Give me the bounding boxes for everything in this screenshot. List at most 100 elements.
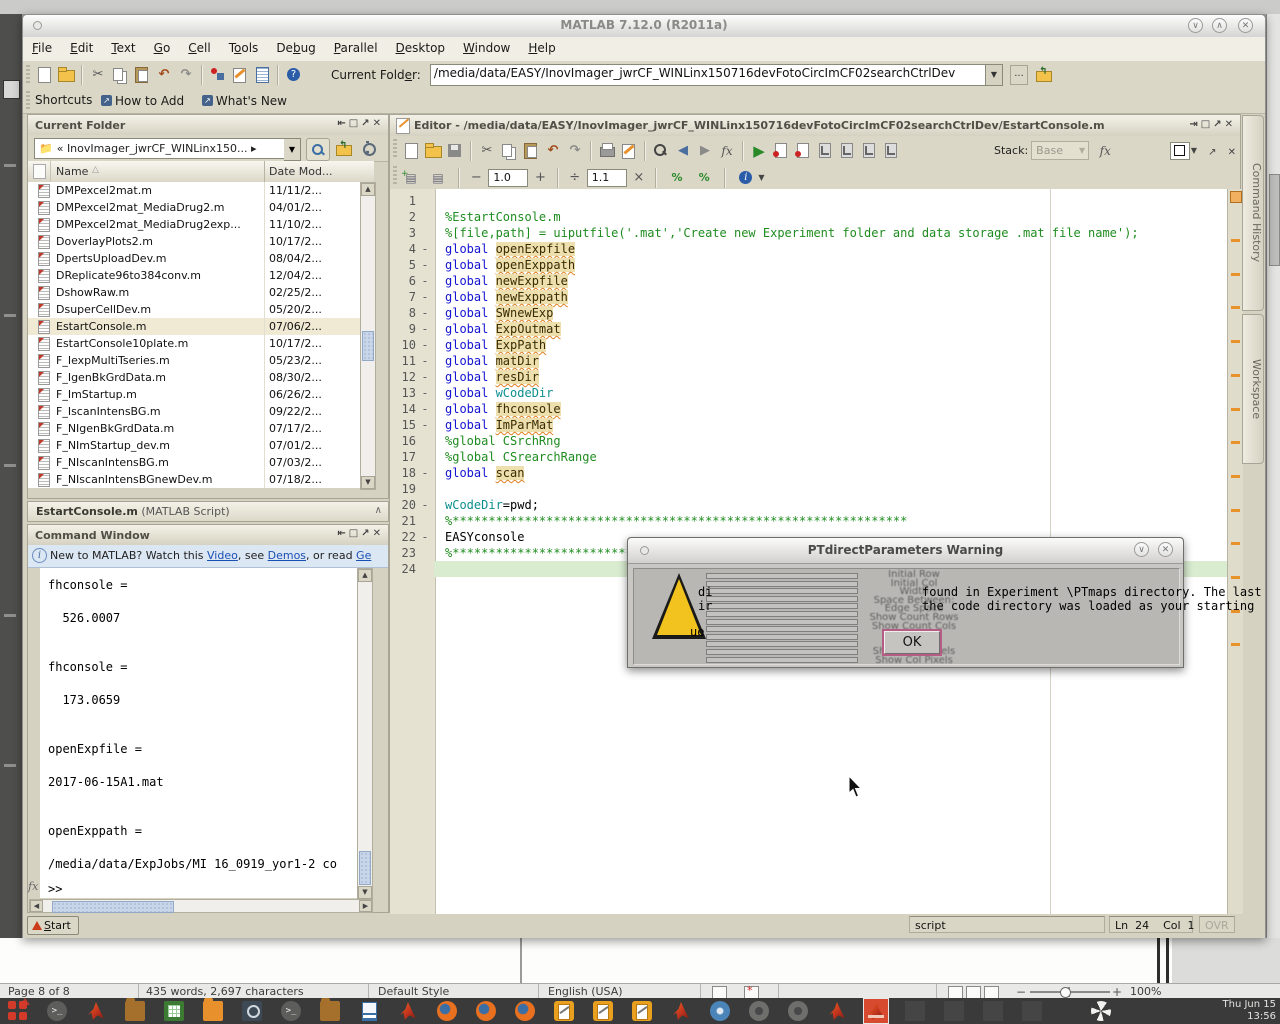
clear-breakpoints-icon[interactable] (794, 142, 812, 160)
code-warning-mark[interactable] (1231, 408, 1240, 411)
next-cell-icon[interactable] (429, 169, 447, 187)
cut-icon[interactable] (89, 66, 107, 84)
breadcrumb-path[interactable]: InovImager_jwrCF_WINLinx150... (67, 142, 248, 155)
open-file-icon[interactable] (424, 142, 442, 160)
file-row[interactable]: EstartConsole.m07/06/2... (28, 318, 360, 335)
undo-icon[interactable] (155, 66, 173, 84)
file-list-scrollbar[interactable]: ▲ ▼ (360, 182, 376, 490)
file-row[interactable]: F_IexpMultiTseries.m05/23/2... (28, 352, 360, 369)
taskbar-matlab-icon[interactable] (398, 1001, 418, 1021)
maximize-panel-icon[interactable]: □ (349, 528, 361, 539)
search-button[interactable] (306, 138, 330, 161)
scroll-down-icon[interactable]: ▼ (358, 886, 372, 899)
file-row[interactable]: F_NImStartup_dev.m07/01/2... (28, 437, 360, 454)
dialog-titlebar[interactable]: PTdirectParameters Warning ∨ ✕ (628, 538, 1183, 564)
save-icon[interactable] (446, 142, 464, 160)
file-row[interactable]: DoverlayPlots2.m10/17/2... (28, 233, 360, 250)
file-details-bar[interactable]: EstartConsole.m (MATLAB Script) ∧ (27, 501, 389, 522)
code-analyzer-indicator[interactable] (1230, 191, 1242, 203)
taskbar-folder-orange-icon[interactable] (203, 1001, 223, 1021)
copy-icon[interactable] (500, 142, 518, 160)
close-panel-icon[interactable]: ✕ (1225, 119, 1236, 130)
dock-icon[interactable]: ⇤ (337, 528, 348, 539)
code-warning-mark[interactable] (1231, 576, 1240, 579)
menu-cell[interactable]: Cell (179, 37, 219, 55)
code-line[interactable]: 4-global openExpfile (390, 241, 1227, 257)
exit-debug-icon[interactable] (882, 142, 900, 160)
code-line[interactable]: 17%global CSrearchRange (390, 449, 1227, 465)
undock-editor-icon[interactable]: ↗ (1208, 147, 1216, 158)
file-row[interactable]: DMPexcel2mat.m11/11/2... (28, 182, 360, 199)
taskbar-folder-icon[interactable] (320, 1001, 340, 1021)
command-output-area[interactable]: fhconsole = 526.0007fhconsole = 173.0659… (40, 568, 357, 898)
menu-help[interactable]: Help (519, 37, 564, 55)
taskbar-launcher-icon[interactable] (8, 1001, 28, 1021)
code-warning-mark[interactable] (1231, 441, 1240, 444)
step-out-icon[interactable] (860, 142, 878, 160)
maximize-icon[interactable]: ∧ (1212, 18, 1227, 33)
code-line[interactable]: 20-wCodeDir=pwd; (390, 497, 1227, 513)
code-line[interactable]: 14-global fhconsole (390, 401, 1227, 417)
current-folder-combobox[interactable]: /media/data/EASY/InovImager_jwrCF_WINLin… (430, 64, 986, 86)
code-line[interactable]: 2%EstartConsole.m (390, 209, 1227, 225)
taskbar-camera-icon[interactable] (788, 1001, 808, 1021)
find-icon[interactable] (652, 142, 670, 160)
code-warning-mark[interactable] (1231, 306, 1240, 309)
taskbar-libreoffice-icon[interactable] (554, 1001, 574, 1021)
lo-language[interactable]: English (USA) (548, 985, 623, 998)
current-folder-panel-header[interactable]: Current Folder ⇤□↗✕ (28, 115, 388, 136)
dock-icon[interactable]: ⇥ (1189, 119, 1200, 130)
code-line[interactable]: 3%[file,path] = uiputfile('.mat','Create… (390, 225, 1227, 241)
file-row[interactable]: F_NIgenBkGrdData.m07/17/2... (28, 420, 360, 437)
file-row[interactable]: EstartConsole10plate.m10/17/2... (28, 335, 360, 352)
scroll-left-icon[interactable]: ◀ (30, 900, 43, 912)
code-line[interactable]: 15-global ImParMat (390, 417, 1227, 433)
code-warning-mark[interactable] (1231, 509, 1240, 512)
lo-zoom-percent[interactable]: 100% (1130, 985, 1161, 998)
file-row[interactable]: DMPexcel2mat_MediaDrug2.m04/01/2... (28, 199, 360, 216)
menu-go[interactable]: Go (145, 37, 180, 55)
paste-icon[interactable] (522, 142, 540, 160)
file-row[interactable]: DpertsUploadDev.m08/04/2... (28, 250, 360, 267)
code-line[interactable]: 12-global resDir (390, 369, 1227, 385)
lo-word-count[interactable]: 435 words, 2,697 characters (146, 985, 304, 998)
function-hints-icon[interactable] (718, 142, 736, 160)
code-line[interactable]: 13-global wCodeDir (390, 385, 1227, 401)
menu-tools[interactable]: Tools (220, 37, 268, 55)
collapse-details-icon[interactable]: ∧ (375, 505, 382, 516)
command-window-header[interactable]: Command Window ⇤□↗✕ (28, 525, 388, 546)
lo-zoom-out-icon[interactable]: − (1016, 985, 1026, 999)
taskbar-libreoffice-icon[interactable] (632, 1001, 652, 1021)
redo-icon[interactable] (566, 142, 584, 160)
print-icon[interactable] (598, 142, 616, 160)
uncomment-icon[interactable] (695, 169, 713, 187)
file-row[interactable]: F_NIscanIntensBGnewDev.m07/18/2... (28, 471, 360, 488)
scroll-down-icon[interactable]: ▼ (361, 476, 375, 489)
getting-started-link[interactable]: Ge (356, 549, 371, 562)
video-link[interactable]: Video (207, 549, 238, 562)
undock-icon[interactable]: ↗ (361, 118, 372, 129)
compare-icon[interactable] (620, 142, 638, 160)
step-in-icon[interactable] (838, 142, 856, 160)
taskbar-terminal-icon[interactable]: >_ (281, 1001, 301, 1021)
file-row[interactable]: DshowRaw.m02/25/2... (28, 284, 360, 301)
current-folder-dropdown-icon[interactable]: ▼ (986, 64, 1003, 86)
taskbar-firefox-icon[interactable] (476, 1001, 496, 1021)
scrollbar-thumb[interactable] (359, 851, 371, 885)
editor-header[interactable]: Editor - /media/data/EASY/InovImager_jwr… (390, 115, 1240, 137)
maximize-panel-icon[interactable]: □ (349, 118, 361, 129)
matlab-titlebar[interactable]: MATLAB 7.12.0 (R2011a) ∨ ∧ ✕ (23, 15, 1265, 38)
tab-workspace[interactable]: Workspace (1242, 314, 1264, 464)
code-line[interactable]: 10-global ExpPath (390, 337, 1227, 353)
run-icon[interactable] (750, 142, 768, 160)
code-line[interactable]: 7-global newExppath (390, 289, 1227, 305)
value-factor-field[interactable]: 1.1 (587, 169, 627, 187)
close-editor-icon[interactable]: ✕ (1228, 147, 1236, 158)
file-row[interactable]: DReplicate96to384conv.m12/04/2... (28, 267, 360, 284)
file-row[interactable]: DsuperCellDev.m05/20/2... (28, 301, 360, 318)
name-column-header[interactable]: Name (56, 165, 88, 178)
undock-icon[interactable]: ↗ (1213, 119, 1224, 130)
file-row[interactable]: DMPexcel2mat_MediaDrug2exp...11/10/2... (28, 216, 360, 233)
simulink-library-icon[interactable] (209, 66, 227, 84)
decrease-value-button[interactable]: − (469, 170, 483, 185)
